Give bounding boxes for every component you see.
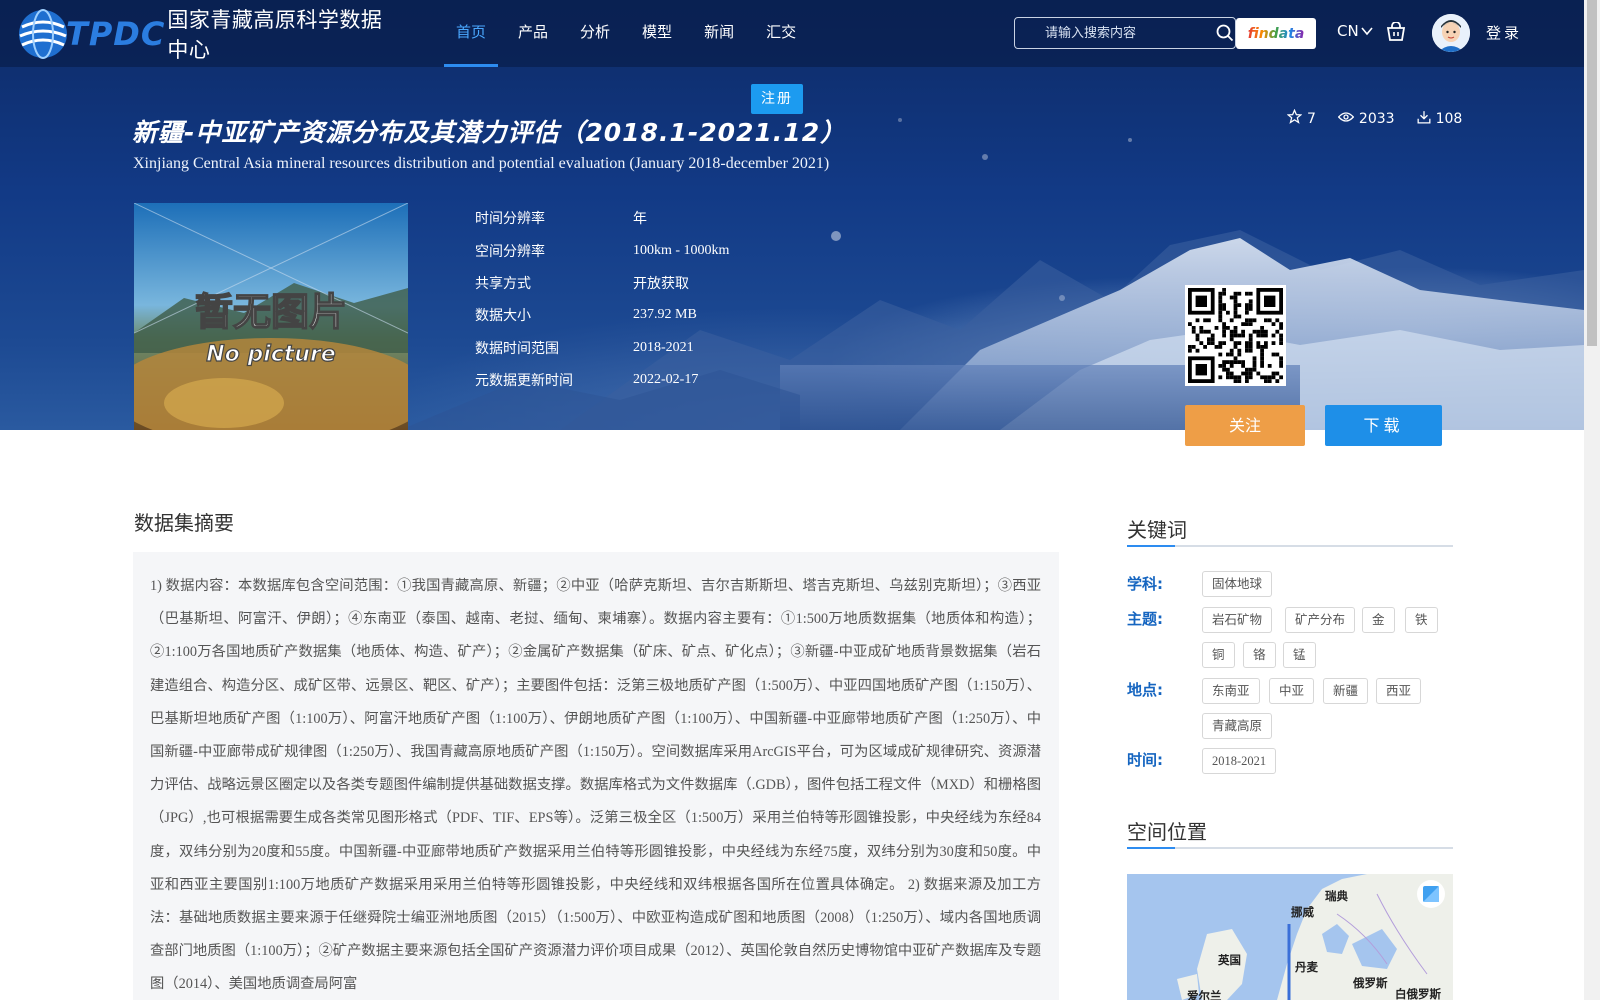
download-button[interactable]: 下载	[1325, 405, 1442, 446]
login-link[interactable]: 登录	[1486, 22, 1522, 43]
keyword-label-discipline: 学科:	[1127, 575, 1163, 593]
map-land	[1127, 874, 1453, 1000]
search-box	[1014, 17, 1236, 49]
main-nav: 首页 产品 分析 模型 新闻 汇交	[444, 0, 816, 67]
views-stat: 2033	[1337, 109, 1395, 128]
keyword-label-time: 时间:	[1127, 751, 1163, 769]
abstract-box: 1) 数据内容：本数据库包含空间范围：①我国青藏高原、新疆；②中亚（哈萨克斯坦、…	[133, 552, 1059, 1000]
meta-row: 共享方式 开放获取	[475, 267, 729, 299]
eye-icon	[1337, 111, 1359, 127]
keyword-tag[interactable]: 锰	[1283, 642, 1316, 668]
keyword-tag[interactable]: 矿产分布	[1285, 607, 1356, 633]
views-count: 2033	[1358, 110, 1395, 127]
map-label: 瑞典	[1325, 889, 1348, 903]
meta-row: 数据时间范围 2018-2021	[475, 332, 729, 364]
meta-row: 数据大小 237.92 MB	[475, 299, 729, 331]
map-label: 丹麦	[1295, 960, 1318, 974]
meta-label: 时间分辨率	[475, 211, 545, 228]
register-button[interactable]: 注册	[751, 84, 803, 114]
map-label: 爱尔兰	[1187, 989, 1222, 1000]
search-icon[interactable]	[1215, 18, 1235, 48]
map-label: 俄罗斯	[1353, 976, 1388, 990]
meta-value: 100km - 1000km	[633, 242, 730, 258]
meta-row: 时间分辨率 年	[475, 202, 729, 234]
dataset-metadata: 时间分辨率 年 空间分辨率 100km - 1000km 共享方式 开放获取 数…	[475, 202, 729, 396]
keywords-divider	[1127, 545, 1453, 547]
scrollbar-thumb[interactable]	[1587, 0, 1597, 346]
chevron-down-icon	[1361, 22, 1373, 40]
page-scrollbar[interactable]	[1584, 0, 1600, 1000]
keyword-tag[interactable]: 中亚	[1269, 678, 1315, 704]
site-logo[interactable]: TPDC 国家青藏高原科学数据中心	[14, 4, 394, 64]
findata-button[interactable]: findata	[1236, 18, 1316, 49]
meta-value: 2018-2021	[633, 339, 694, 355]
top-navbar: TPDC 国家青藏高原科学数据中心 首页 产品 分析 模型 新闻 汇交 find…	[0, 0, 1584, 67]
spatial-map[interactable]: 瑞典 挪威 英国 丹麦 俄罗斯 白俄罗斯 爱尔兰	[1127, 874, 1453, 1000]
keyword-tag[interactable]: 铬	[1243, 642, 1276, 668]
meta-row: 空间分辨率 100km - 1000km	[475, 234, 729, 266]
no-picture-cn: 暂无图片	[195, 290, 347, 334]
keyword-tag[interactable]: 东南亚	[1202, 678, 1260, 704]
star-icon	[1286, 108, 1307, 128]
language-switcher[interactable]: CN	[1337, 22, 1373, 40]
globe-icon	[14, 5, 72, 63]
meta-row: 元数据更新时间 2022-02-17	[475, 364, 729, 396]
dataset-thumbnail: 暂无图片 No picture	[134, 203, 408, 430]
meta-value: 2022-02-17	[633, 372, 699, 388]
logo-center-name: 国家青藏高原科学数据中心	[167, 8, 383, 62]
keyword-tag[interactable]: 铁	[1405, 607, 1438, 633]
meta-label: 元数据更新时间	[475, 373, 573, 390]
meta-value: 年	[633, 212, 647, 228]
downloads-stat: 108	[1417, 109, 1463, 128]
dataset-title-cn: 新疆-中亚矿产资源分布及其潜力评估（2018.1-2021.12）	[132, 118, 847, 147]
meta-label: 数据时间范围	[475, 340, 559, 357]
abstract-text: 1) 数据内容：本数据库包含空间范围：①我国青藏高原、新疆；②中亚（哈萨克斯坦、…	[150, 578, 1041, 993]
spatial-heading: 空间位置	[1127, 820, 1207, 844]
downloads-count: 108	[1435, 110, 1463, 127]
search-input[interactable]	[1015, 18, 1215, 48]
keyword-label-location: 地点:	[1127, 681, 1163, 699]
nav-item-products[interactable]: 产品	[506, 0, 560, 67]
dataset-title-en: Xinjiang Central Asia mineral resources …	[133, 155, 830, 172]
language-label: CN	[1337, 22, 1359, 40]
nav-item-analysis[interactable]: 分析	[568, 0, 622, 67]
keyword-tag[interactable]: 岩石矿物	[1202, 607, 1273, 633]
map-layer-icon[interactable]	[1417, 880, 1445, 908]
avatar[interactable]	[1432, 14, 1470, 52]
meta-label: 空间分辨率	[475, 243, 545, 260]
stars-count: 7	[1307, 110, 1316, 127]
cart-icon[interactable]	[1385, 21, 1407, 46]
keyword-tag[interactable]: 青藏高原	[1202, 713, 1273, 739]
spatial-divider	[1127, 847, 1453, 849]
stars-stat[interactable]: 7	[1286, 108, 1316, 128]
dataset-stats: 7 2033 108	[1286, 108, 1484, 128]
keyword-tag[interactable]: 铜	[1202, 642, 1235, 668]
no-picture-en: No picture	[206, 342, 336, 367]
keyword-tag[interactable]: 金	[1362, 607, 1395, 633]
logo-tpdc-text: TPDC	[66, 15, 166, 53]
map-label: 挪威	[1291, 905, 1314, 919]
meta-label: 数据大小	[475, 308, 531, 325]
map-label: 白俄罗斯	[1395, 987, 1441, 1000]
qr-code	[1185, 285, 1286, 386]
nav-item-submit[interactable]: 汇交	[754, 0, 808, 67]
keyword-tag[interactable]: 2018-2021	[1202, 748, 1277, 774]
keyword-tag[interactable]: 固体地球	[1202, 571, 1273, 597]
download-icon	[1417, 110, 1436, 128]
findata-label: findata	[1247, 25, 1305, 42]
keyword-tag[interactable]: 新疆	[1323, 678, 1369, 704]
nav-item-home[interactable]: 首页	[444, 0, 499, 67]
map-label: 英国	[1218, 953, 1241, 967]
meta-value: 开放获取	[633, 276, 689, 292]
nav-item-models[interactable]: 模型	[630, 0, 684, 67]
keywords-heading: 关键词	[1127, 518, 1187, 542]
keyword-tag[interactable]: 西亚	[1376, 678, 1422, 704]
follow-button[interactable]: 关注	[1185, 405, 1305, 446]
meta-label: 共享方式	[475, 275, 531, 292]
meta-value: 237.92 MB	[633, 307, 697, 323]
abstract-heading: 数据集摘要	[134, 511, 234, 535]
nav-item-news[interactable]: 新闻	[692, 0, 746, 67]
keyword-label-theme: 主题:	[1127, 610, 1163, 628]
